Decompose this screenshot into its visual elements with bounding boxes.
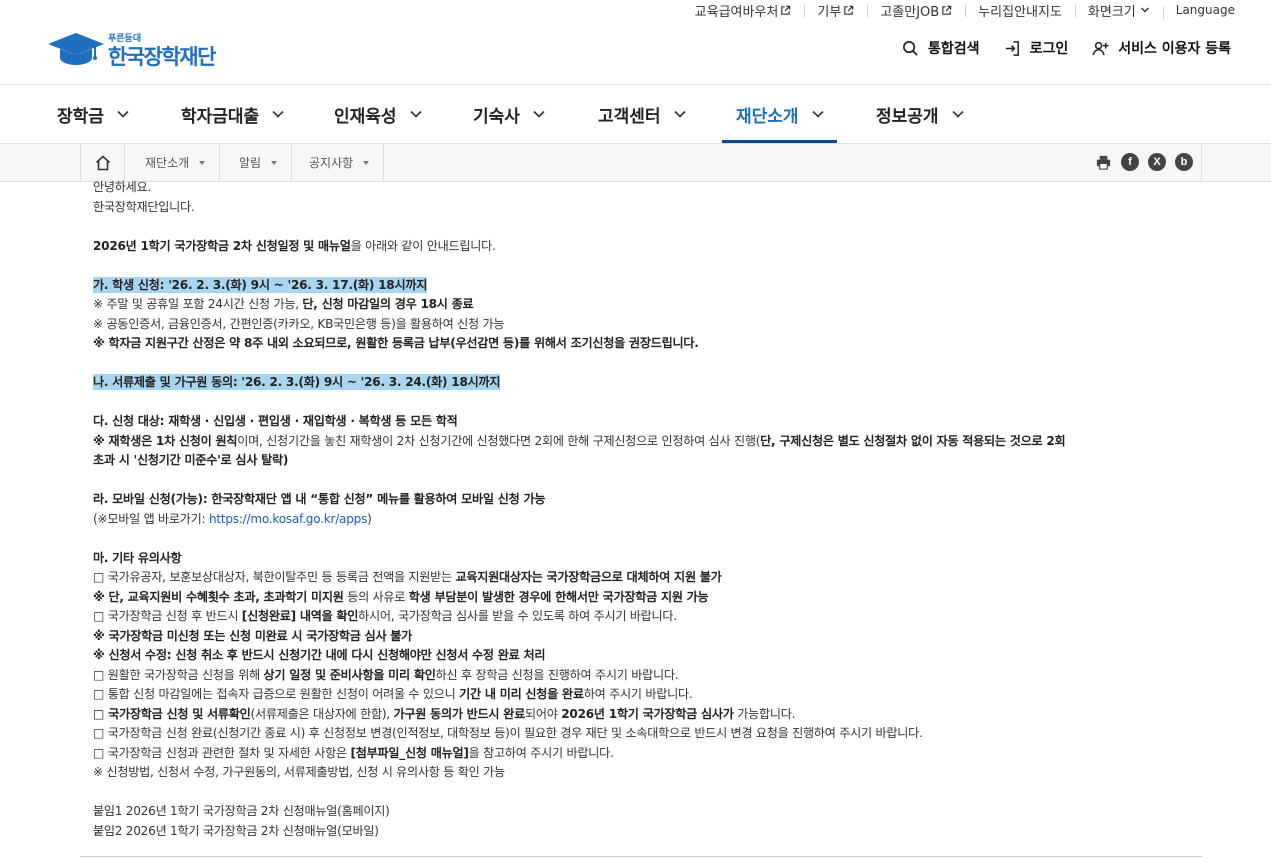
external-link-icon (781, 5, 791, 15)
section-ma-item: □ 원활한 국가장학금 신청을 위해 상기 일정 및 준비사항을 미리 확인하신… (93, 667, 679, 682)
chevron-down-icon (951, 110, 964, 118)
main-nav: 장학금 학자금대출 인재육성 기숙사 고객센터 재단소개 정보공개 (0, 85, 1271, 143)
search-button[interactable]: 통합검색 (902, 38, 980, 58)
section-ma-item: □ 국가장학금 신청 완료(신청기간 종료 시) 후 신청정보 변경(인적정보,… (93, 726, 923, 740)
greeting-line: 한국장학재단입니다. (93, 199, 195, 214)
nav-talent[interactable]: 인재육성 (334, 85, 423, 143)
chevron-down-icon (117, 110, 129, 118)
greeting-line: 안녕하세요. (93, 180, 151, 194)
intro-line: 2026년 1학기 국가장학금 2차 신청일정 및 매뉴얼을 아래와 같이 안내… (93, 238, 496, 253)
home-button[interactable] (81, 144, 125, 181)
breadcrumb-notices[interactable]: 공지사항 (289, 144, 385, 181)
mobile-app-link[interactable]: https://mo.kosaf.go.kr/apps (209, 512, 367, 526)
section-ma-item: ※ 신청서 수정: 신청 취소 후 반드시 신청기간 내에 다시 신청해야만 신… (93, 648, 546, 662)
register-button[interactable]: 서비스 이용자 등록 (1092, 38, 1231, 58)
section-ma-heading: 마. 기타 유의사항 (93, 550, 182, 565)
util-screen-size[interactable]: 화면크기 (1074, 1, 1163, 20)
utility-nav: 교육급여바우처 기부 고졸만JOB 누리집안내지도 화면크기 Language (682, 0, 1235, 20)
login-icon (1005, 40, 1019, 56)
external-link-icon (844, 5, 854, 15)
breadcrumb-foundation[interactable]: 재단소개 (125, 144, 221, 181)
section-ma-item: □ 국가유공자, 보훈보상대상자, 북한이탈주민 등 등록금 전액을 지원받는 … (93, 570, 722, 584)
section-ga-note: ※ 주말 및 공휴일 포함 24시간 신청 가능, 단, 신청 마감일의 경우 … (93, 297, 474, 311)
search-icon (903, 40, 918, 56)
chevron-down-icon (811, 110, 824, 118)
site-logo[interactable]: 푸른등대 한국장학재단 (46, 30, 216, 69)
nav-dormitory[interactable]: 기숙사 (473, 85, 546, 143)
nav-foundation[interactable]: 재단소개 (722, 85, 837, 143)
util-link-job[interactable]: 고졸만JOB (867, 1, 965, 20)
section-da-note: ※ 재학생은 1차 신청이 원칙이며, 신청기간을 놓친 재학생이 2차 신청기… (93, 433, 1066, 448)
header-actions: 통합검색 로그인 서비스 이용자 등록 (878, 38, 1231, 58)
logo-title: 한국장학재단 (108, 45, 216, 69)
section-ra-heading: 라. 모바일 신청(가능): 한국장학재단 앱 내 “통합 신청” 메뉴를 활용… (93, 492, 546, 506)
caret-down-icon (363, 160, 370, 165)
chevron-down-icon (673, 110, 686, 118)
section-ga-note: ※ 공동인증서, 금융인증서, 간편인증(카카오, KB국민은행 등)을 활용하… (93, 316, 505, 331)
caret-down-icon (271, 160, 278, 165)
attachment-line: 붙임1 2026년 1학기 국가장학금 2차 신청매뉴얼(홈페이지) (93, 804, 390, 818)
blog-share-icon[interactable]: b (1175, 153, 1193, 171)
section-ma-item: □ 국가장학금 신청 후 반드시 [신청완료] 내역을 확인하시어, 국가장학금… (93, 609, 677, 623)
external-link-icon (942, 5, 952, 15)
util-link-donate[interactable]: 기부 (804, 1, 867, 20)
caret-down-icon (199, 160, 206, 165)
section-ga-note: ※ 학자금 지원구간 산정은 약 8주 내외 소요되므로, 원활한 등록금 납부… (93, 336, 699, 350)
util-link-sitemap[interactable]: 누리집안내지도 (965, 1, 1075, 20)
content-bottom-divider (80, 856, 1202, 857)
chevron-down-icon (1140, 7, 1149, 13)
nav-scholarship[interactable]: 장학금 (57, 85, 130, 143)
chevron-down-icon (533, 110, 545, 118)
section-ma-item: □ 국가장학금 신청과 관련한 절차 및 자세한 사항은 [첨부파일_신청 매뉴… (93, 745, 614, 760)
section-ma-item: ※ 국가장학금 미신청 또는 신청 미완료 시 국가장학금 심사 불가 (93, 628, 413, 643)
notice-body: 안녕하세요. 한국장학재단입니다. 2026년 1학기 국가장학금 2차 신청일… (93, 178, 1183, 841)
home-icon (95, 154, 110, 170)
chevron-down-icon (272, 110, 284, 118)
attachment-line: 붙임2 2026년 1학기 국가장학금 2차 신청매뉴얼(모바일) (93, 823, 379, 838)
section-ra-note: (※모바일 앱 바로가기: https://mo.kosaf.go.kr/app… (93, 511, 372, 526)
section-ga-heading: 가. 학생 신청: '26. 2. 3.(화) 9시 ~ '26. 3. 17.… (93, 276, 428, 293)
facebook-share-icon[interactable]: f (1121, 153, 1139, 171)
share-tools: f X b (1094, 153, 1193, 171)
print-button[interactable] (1094, 153, 1112, 171)
nav-student-loan[interactable]: 학자금대출 (181, 85, 285, 143)
util-language[interactable]: Language (1162, 3, 1235, 19)
section-ma-item: □ 통합 신청 마감일에는 접속자 급증으로 원활한 신청이 어려울 수 있으니… (93, 687, 693, 701)
breadcrumb-notice-group[interactable]: 알림 (219, 144, 293, 181)
section-ma-item: ※ 신청방법, 신청서 수정, 가구원동의, 서류제출방법, 신청 시 유의사항… (93, 765, 505, 779)
add-user-icon (1092, 41, 1109, 55)
x-share-icon[interactable]: X (1148, 153, 1166, 171)
section-ma-item: □ 국가장학금 신청 및 서류확인(서류제출은 대상자에 한함), 가구원 동의… (93, 706, 796, 721)
chevron-down-icon (409, 110, 422, 118)
nav-disclosure[interactable]: 정보공개 (876, 85, 965, 143)
print-icon (1096, 155, 1110, 170)
section-ma-item: ※ 단, 교육지원비 수혜횟수 초과, 초과학기 미지원 등의 사유로 학생 부… (93, 589, 709, 604)
util-link-voucher[interactable]: 교육급여바우처 (682, 1, 805, 20)
section-na-heading: 나. 서류제출 및 가구원 동의: '26. 2. 3.(화) 9시 ~ '26… (93, 374, 501, 390)
logo-subtitle: 푸른등대 (108, 34, 142, 44)
section-da-heading: 다. 신청 대상: 재학생 · 신입생 · 편입생 · 재입학생 · 복학생 등… (93, 414, 458, 428)
nav-customer-center[interactable]: 고객센터 (598, 85, 687, 143)
login-button[interactable]: 로그인 (1004, 38, 1068, 58)
mortarboard-logo-icon (48, 33, 104, 65)
location-bar: 재단소개 알림 공지사항 f X b (0, 143, 1271, 182)
section-da-note: 초과 시 '신청기간 미준수'로 심사 탈락) (93, 453, 289, 467)
